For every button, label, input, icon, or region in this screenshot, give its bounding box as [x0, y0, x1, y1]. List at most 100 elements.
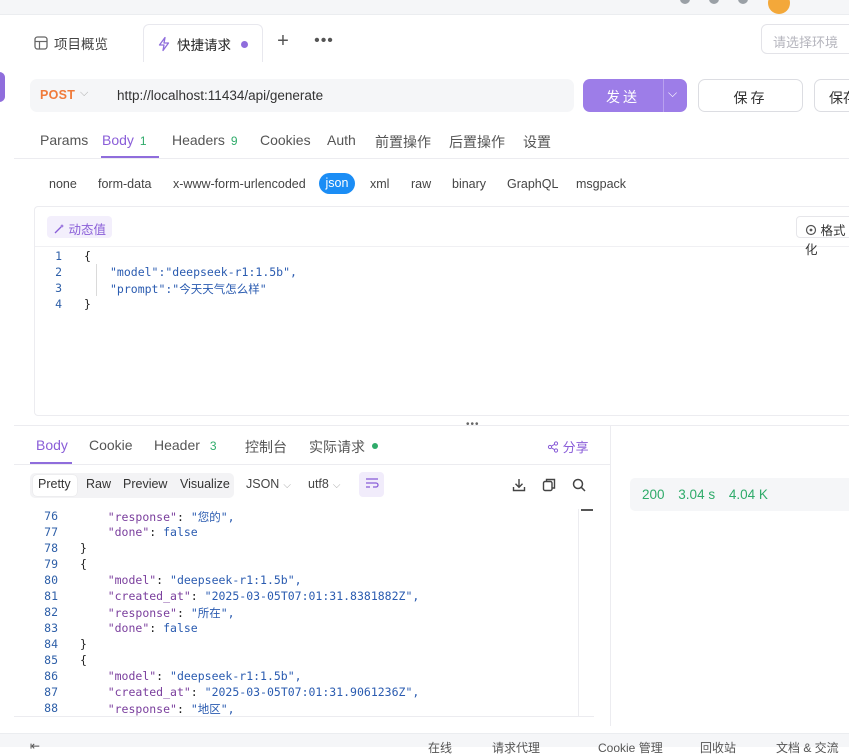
cookie-manager-button[interactable]: Cookie 管理: [598, 739, 663, 756]
view-raw[interactable]: Raw: [86, 477, 111, 491]
url-bar[interactable]: POST ⌵ http://localhost:11434/api/genera…: [30, 79, 574, 112]
body-type-raw[interactable]: raw: [411, 177, 431, 191]
tab-pre-actions[interactable]: 前置操作: [375, 132, 431, 152]
unsaved-dot: [241, 41, 248, 48]
search-icon[interactable]: [571, 477, 587, 493]
status-code: 200: [642, 487, 665, 502]
view-visualize[interactable]: Visualize: [180, 477, 230, 491]
share-button[interactable]: 分享: [547, 437, 589, 456]
code-line: {: [80, 557, 87, 571]
body-type-none[interactable]: none: [49, 177, 77, 191]
body-type-msgpack[interactable]: msgpack: [576, 177, 626, 191]
status-dot: [372, 443, 378, 449]
tab-project-overview[interactable]: 项目概览: [18, 24, 138, 62]
body-editor[interactable]: 动态值 格式化: [34, 206, 849, 416]
response-time: 3.04 s: [678, 487, 716, 502]
method-select[interactable]: POST: [40, 88, 75, 102]
format-button[interactable]: 格式化: [796, 216, 849, 257]
format-icon: [805, 224, 817, 236]
code-line: "response": "您的",: [107, 510, 235, 524]
code-line: "response": "地区",: [107, 702, 235, 716]
format-select[interactable]: JSON ⌵: [246, 477, 291, 491]
recycle-bin-button[interactable]: 回收站: [700, 739, 736, 756]
body-type-graphql[interactable]: GraphQL: [507, 177, 558, 191]
count-badge: 3: [209, 439, 217, 453]
line-number: 86: [44, 669, 58, 683]
dynamic-value-button[interactable]: 动态值: [47, 216, 112, 238]
count-badge: 9: [230, 134, 238, 148]
code-line: {: [80, 653, 87, 667]
tab-console[interactable]: 控制台: [245, 437, 287, 457]
tab-auth[interactable]: Auth: [327, 132, 356, 148]
line-number: 80: [44, 573, 58, 587]
environment-select[interactable]: 请选择环境: [761, 24, 849, 54]
magic-wand-icon: [54, 224, 64, 234]
tab-cookies[interactable]: Cookies: [260, 132, 311, 148]
line-number: 1: [55, 249, 62, 263]
scrollbar[interactable]: [578, 509, 594, 717]
save-as-button[interactable]: 保存: [814, 79, 849, 112]
tab-response-body[interactable]: Body: [36, 437, 68, 453]
code-line: }: [80, 541, 87, 555]
status-bar: ⇤ 在线 请求代理 Cookie 管理 回收站 文档 & 交流: [0, 733, 849, 755]
more-icon[interactable]: •••: [313, 32, 335, 52]
tab-headers[interactable]: Headers 9: [172, 132, 238, 148]
chevron-down-icon: ⌵: [283, 480, 291, 491]
tab-quick-request[interactable]: 快捷请求: [143, 24, 263, 62]
download-icon[interactable]: [511, 477, 527, 493]
code-line: {: [84, 249, 91, 263]
copy-icon[interactable]: [541, 477, 557, 493]
avatar[interactable]: [768, 0, 790, 14]
body-type-xml[interactable]: xml: [370, 177, 389, 191]
online-status[interactable]: 在线: [428, 739, 452, 756]
resize-handle[interactable]: •••: [466, 419, 480, 430]
tab-response-header[interactable]: Header 3: [154, 437, 217, 453]
save-button[interactable]: 保存: [698, 79, 803, 112]
tab-params[interactable]: Params: [40, 132, 88, 148]
view-mode-segmented: Pretty Raw Preview Visualize: [30, 473, 234, 498]
url-input[interactable]: http://localhost:11434/api/generate: [117, 88, 323, 103]
count-badge: 1: [139, 134, 147, 148]
response-body-viewer[interactable]: 76 "response": "您的", 77 "done": false 78} 7…: [30, 507, 594, 717]
add-tab-button[interactable]: +: [273, 31, 293, 52]
encoding-select[interactable]: utf8 ⌵: [308, 477, 340, 491]
window-control-icon[interactable]: [680, 0, 690, 4]
body-type-urlencoded[interactable]: x-www-form-urlencoded: [173, 177, 306, 191]
body-type-json[interactable]: json: [319, 173, 355, 194]
code-line: "prompt":"今天天气怎么样": [110, 282, 267, 296]
body-type-form-data[interactable]: form-data: [98, 177, 152, 191]
wrap-lines-button[interactable]: [359, 472, 384, 497]
share-icon: [547, 441, 559, 453]
code-line: }: [80, 637, 87, 651]
view-pretty[interactable]: Pretty: [38, 477, 71, 491]
send-button[interactable]: 发送 ⌵: [583, 79, 687, 112]
docs-button[interactable]: 文档 & 交流: [776, 739, 839, 756]
code-line: "model": "deepseek-r1:1.5b",: [107, 573, 302, 587]
chevron-down-icon[interactable]: ⌵: [80, 87, 88, 100]
window-control-icon[interactable]: [709, 0, 719, 4]
tab-settings[interactable]: 设置: [523, 132, 551, 152]
view-preview[interactable]: Preview: [123, 477, 167, 491]
line-number: 85: [44, 653, 58, 667]
code-line: "created_at": "2025-03-05T07:01:31.83818…: [107, 589, 420, 603]
code-line: "model":"deepseek-r1:1.5b",: [110, 265, 297, 279]
tab-response-cookie[interactable]: Cookie: [89, 437, 133, 453]
line-number: 3: [55, 281, 62, 295]
tab-actual-request[interactable]: 实际请求: [309, 437, 365, 457]
line-number: 81: [44, 589, 58, 603]
line-number: 84: [44, 637, 58, 651]
body-type-binary[interactable]: binary: [452, 177, 486, 191]
window-control-icon[interactable]: [738, 0, 748, 4]
tab-label: 项目概览: [54, 37, 108, 52]
line-number: 4: [55, 297, 62, 311]
line-number: 79: [44, 557, 58, 571]
chevron-down-icon: ⌵: [332, 480, 341, 491]
chevron-down-icon[interactable]: ⌵: [668, 86, 677, 101]
tab-post-actions[interactable]: 后置操作: [449, 132, 505, 152]
proxy-button[interactable]: 请求代理: [492, 739, 540, 756]
response-size: 4.04 K: [728, 487, 768, 502]
lightning-icon: [158, 36, 170, 51]
code-line: }: [84, 297, 91, 311]
collapse-icon[interactable]: ⇤: [30, 739, 40, 753]
tab-body[interactable]: Body 1: [102, 132, 147, 148]
